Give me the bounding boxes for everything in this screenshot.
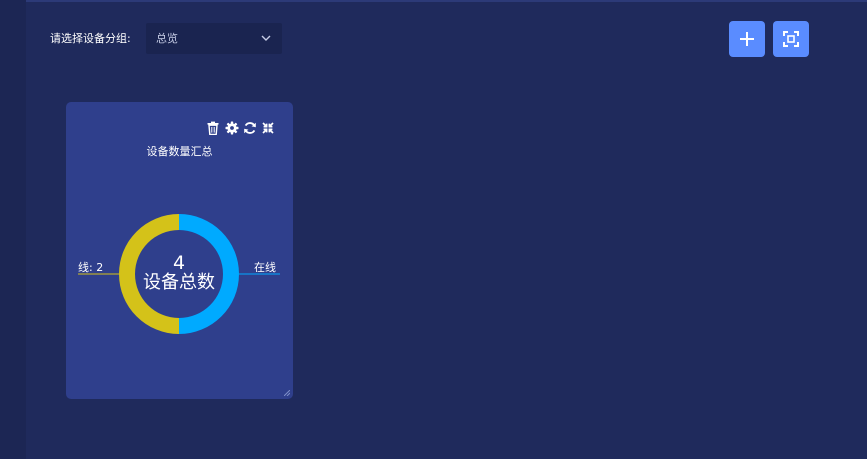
group-select[interactable]: 总览 <box>146 23 282 54</box>
slice-label-online: 在线 <box>254 261 276 274</box>
plus-icon <box>740 32 754 46</box>
fullscreen-button[interactable] <box>773 21 809 57</box>
fullscreen-icon <box>783 31 799 47</box>
top-border <box>0 0 867 2</box>
group-select-value: 总览 <box>156 32 178 45</box>
device-total-label: 设备总数 <box>143 272 215 293</box>
chevron-down-icon <box>261 35 271 41</box>
group-select-label: 请选择设备分组: <box>50 32 131 45</box>
device-total-value: 4 <box>172 252 186 274</box>
add-widget-button[interactable] <box>729 21 765 57</box>
device-summary-widget: 设备数量汇总 线: 2 在线 4 设备总数 <box>66 102 293 399</box>
resize-handle-icon[interactable] <box>284 390 290 396</box>
slice-label-offline: 线: 2 <box>78 261 104 274</box>
device-donut-chart <box>78 214 280 334</box>
left-strip <box>0 0 26 459</box>
